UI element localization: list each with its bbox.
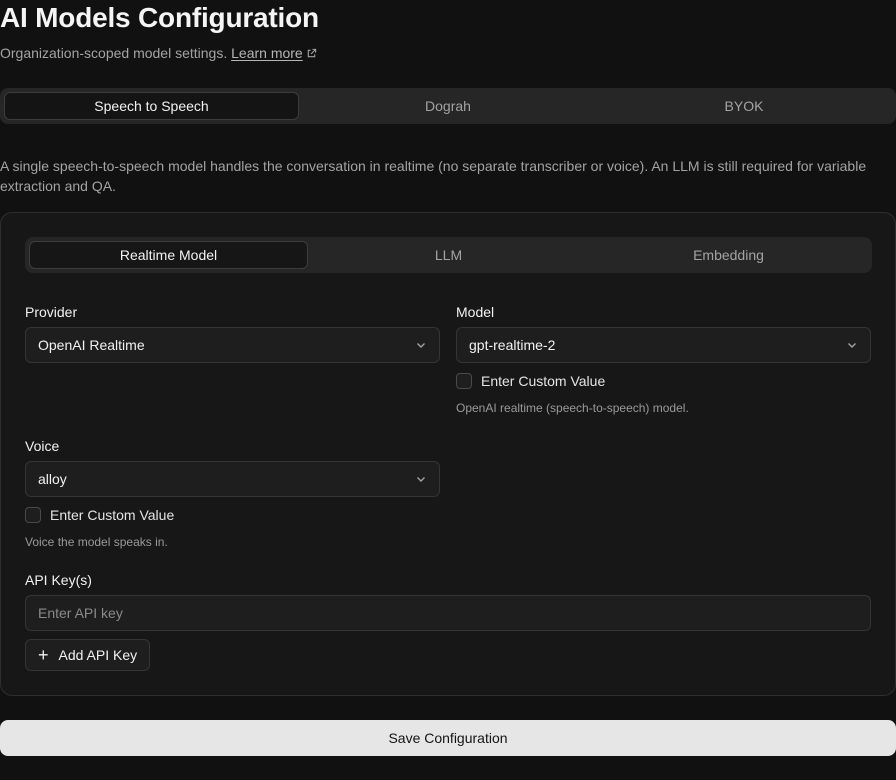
model-custom-value-checkbox[interactable]	[456, 373, 472, 389]
save-configuration-button[interactable]: Save Configuration	[0, 720, 896, 756]
tab-byok[interactable]: BYOK	[596, 92, 892, 120]
tab-speech-to-speech[interactable]: Speech to Speech	[4, 92, 299, 120]
voice-custom-value-label: Enter Custom Value	[50, 507, 175, 523]
voice-value: alloy	[38, 471, 67, 487]
tab-dograh[interactable]: Dograh	[300, 92, 596, 120]
add-api-key-label: Add API Key	[58, 647, 138, 663]
plus-icon: +	[38, 645, 49, 665]
tab-realtime-model[interactable]: Realtime Model	[29, 241, 308, 269]
page-subtitle: Organization-scoped model settings. Lear…	[0, 45, 317, 61]
voice-label: Voice	[25, 438, 60, 454]
config-card: Realtime Model LLM Embedding Provider Op…	[0, 212, 896, 696]
tab-llm[interactable]: LLM	[309, 241, 588, 269]
mode-description: A single speech-to-speech model handles …	[0, 158, 867, 194]
page-title: AI Models Configuration	[0, 2, 319, 33]
voice-custom-value-checkbox[interactable]	[25, 507, 41, 523]
model-custom-value-row: Enter Custom Value	[456, 373, 605, 389]
model-label: Model	[456, 304, 495, 320]
api-key-input[interactable]	[25, 595, 871, 631]
mode-tab-bar: Speech to Speech Dograh BYOK	[0, 88, 896, 124]
provider-value: OpenAI Realtime	[38, 337, 145, 353]
voice-help-text: Voice the model speaks in.	[25, 535, 168, 549]
chevron-down-icon	[848, 343, 856, 348]
chevron-down-icon	[417, 477, 425, 482]
chevron-down-icon	[417, 343, 425, 348]
learn-more-link[interactable]: Learn more	[231, 45, 303, 61]
model-custom-value-label: Enter Custom Value	[481, 373, 606, 389]
voice-select[interactable]: alloy	[25, 461, 440, 497]
tab-embedding[interactable]: Embedding	[589, 241, 868, 269]
provider-select[interactable]: OpenAI Realtime	[25, 327, 440, 363]
model-select[interactable]: gpt-realtime-2	[456, 327, 871, 363]
add-api-key-button[interactable]: + Add API Key	[25, 639, 151, 671]
voice-custom-value-row: Enter Custom Value	[25, 507, 174, 523]
model-help-text: OpenAI realtime (speech-to-speech) model…	[456, 401, 689, 415]
external-link-icon	[307, 48, 316, 58]
subtitle-text: Organization-scoped model settings.	[0, 45, 228, 61]
provider-label: Provider	[25, 304, 78, 320]
api-keys-label: API Key(s)	[25, 572, 92, 588]
config-tab-bar: Realtime Model LLM Embedding	[25, 237, 872, 273]
model-value: gpt-realtime-2	[469, 337, 556, 353]
